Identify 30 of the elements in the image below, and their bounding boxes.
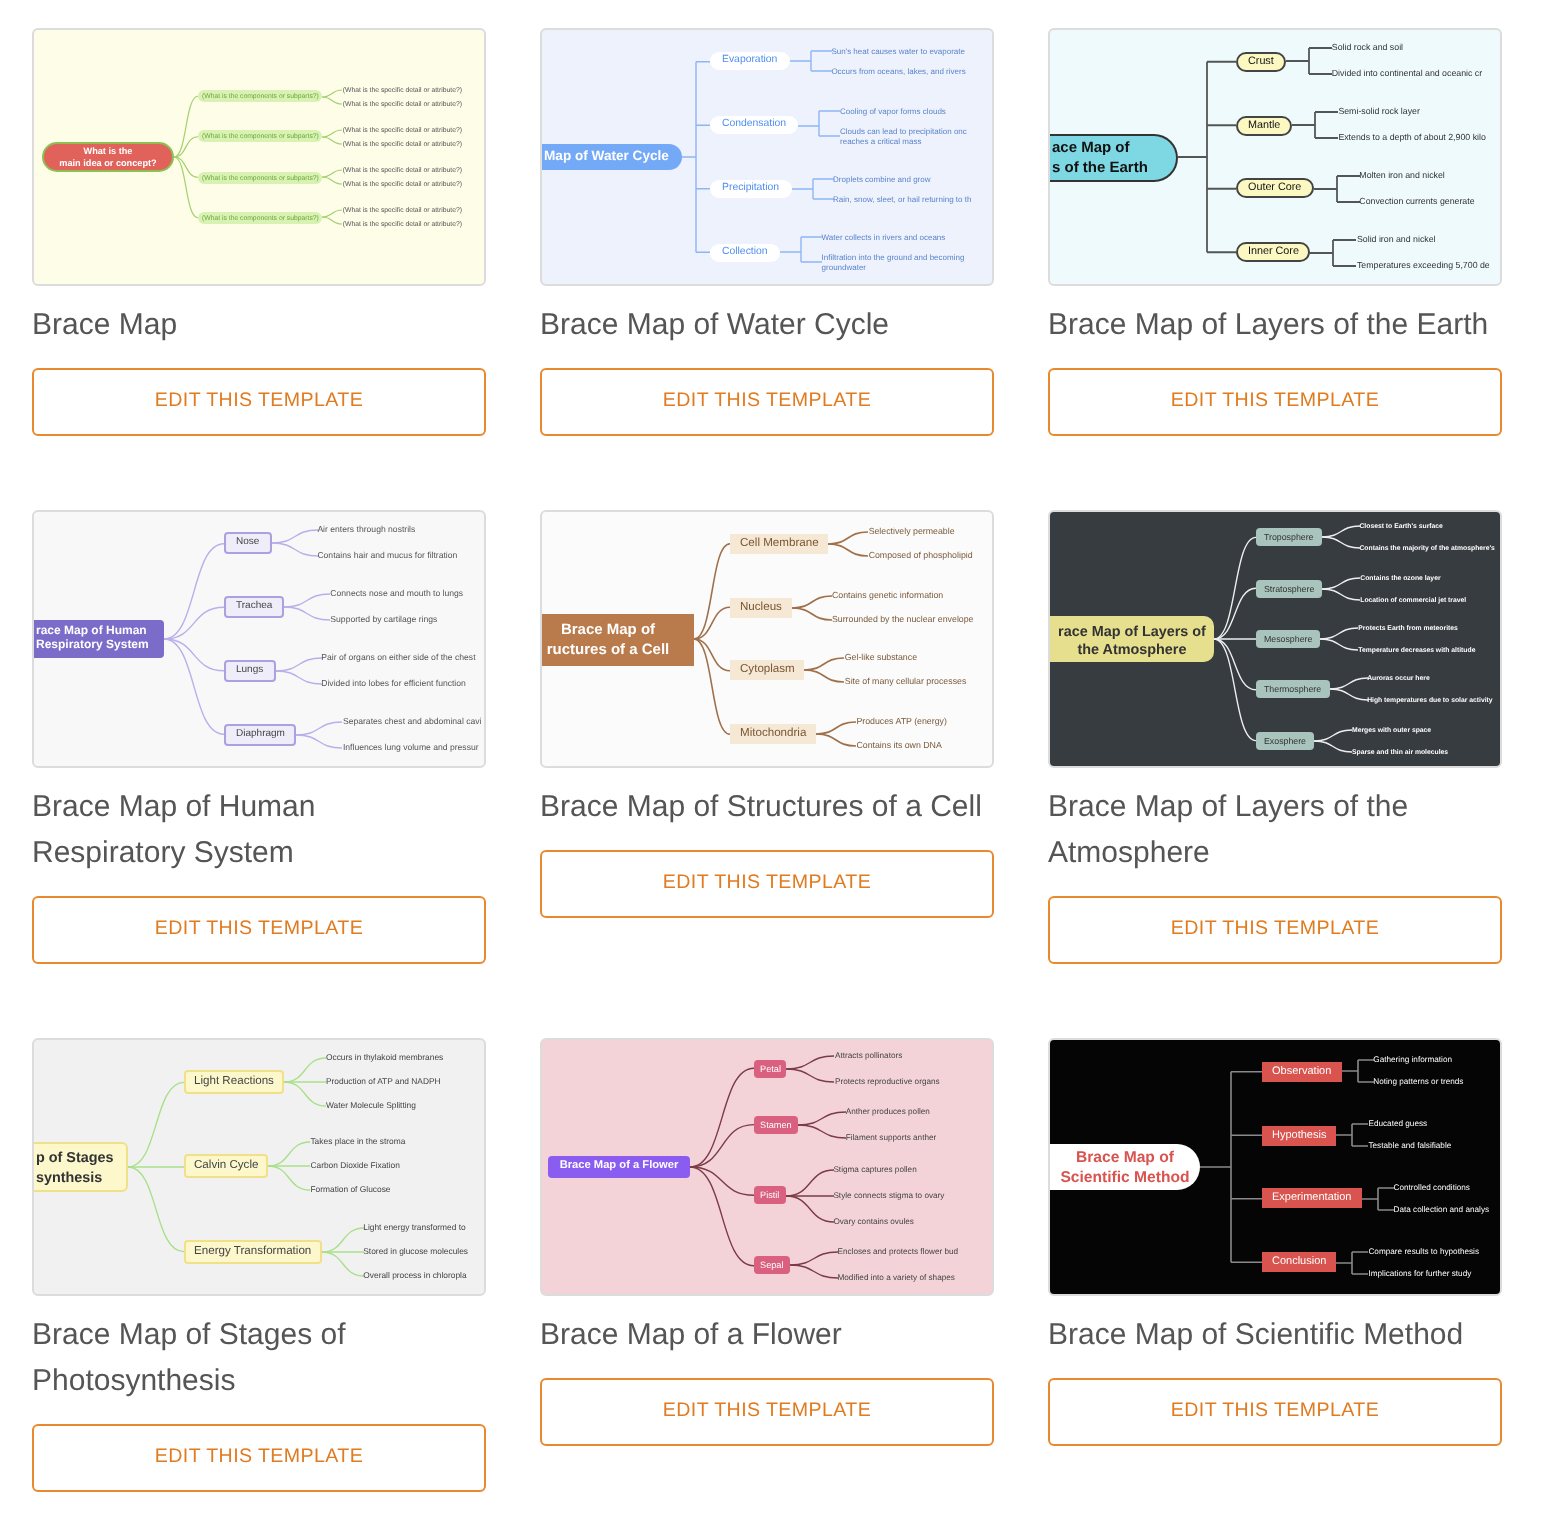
template-title: Brace Map of Layers of the Atmosphere bbox=[1048, 788, 1411, 874]
bracket-connector bbox=[1360, 1186, 1395, 1211]
bracket-connector bbox=[778, 236, 823, 263]
edit-template-button[interactable]: EDIT THIS TEMPLATE bbox=[1048, 1378, 1502, 1446]
bracket-connector bbox=[797, 109, 841, 136]
template-title: Brace Map of Human Respiratory System bbox=[32, 788, 318, 874]
template-title: Brace Map of Stages of Photosynthesis bbox=[32, 1316, 348, 1402]
template-title: Brace Map of Scientific Method bbox=[1048, 1316, 1466, 1356]
template-title: Brace Map of Structures of a Cell bbox=[540, 788, 982, 828]
edit-template-button[interactable]: EDIT THIS TEMPLATE bbox=[1048, 368, 1502, 436]
bracket-connector bbox=[1335, 1250, 1370, 1275]
bracket-connector bbox=[1284, 47, 1333, 76]
edit-template-button[interactable]: EDIT THIS TEMPLATE bbox=[32, 368, 486, 436]
edit-template-button[interactable]: EDIT THIS TEMPLATE bbox=[540, 1378, 994, 1446]
bracket-connector bbox=[1310, 238, 1358, 267]
template-title: Brace Map bbox=[32, 306, 180, 346]
bracket-connector bbox=[1312, 174, 1361, 203]
edit-template-button[interactable]: EDIT THIS TEMPLATE bbox=[32, 896, 486, 964]
template-title: Brace Map of Water Cycle bbox=[540, 306, 891, 346]
template-title: Brace Map of Layers of the Earth bbox=[1048, 306, 1490, 346]
edit-template-button[interactable]: EDIT THIS TEMPLATE bbox=[540, 850, 994, 918]
edit-template-button[interactable]: EDIT THIS TEMPLATE bbox=[540, 368, 994, 436]
bracket-connector bbox=[788, 51, 833, 73]
edit-template-button[interactable]: EDIT THIS TEMPLATE bbox=[32, 1424, 486, 1492]
edit-template-button[interactable]: EDIT THIS TEMPLATE bbox=[1048, 896, 1502, 964]
template-title: Brace Map of a Flower bbox=[540, 1316, 844, 1356]
bracket-connector bbox=[1335, 1123, 1370, 1148]
bracket-connector bbox=[790, 178, 834, 200]
bracket-connector bbox=[1340, 1059, 1375, 1084]
bracket-connector bbox=[1291, 111, 1340, 140]
